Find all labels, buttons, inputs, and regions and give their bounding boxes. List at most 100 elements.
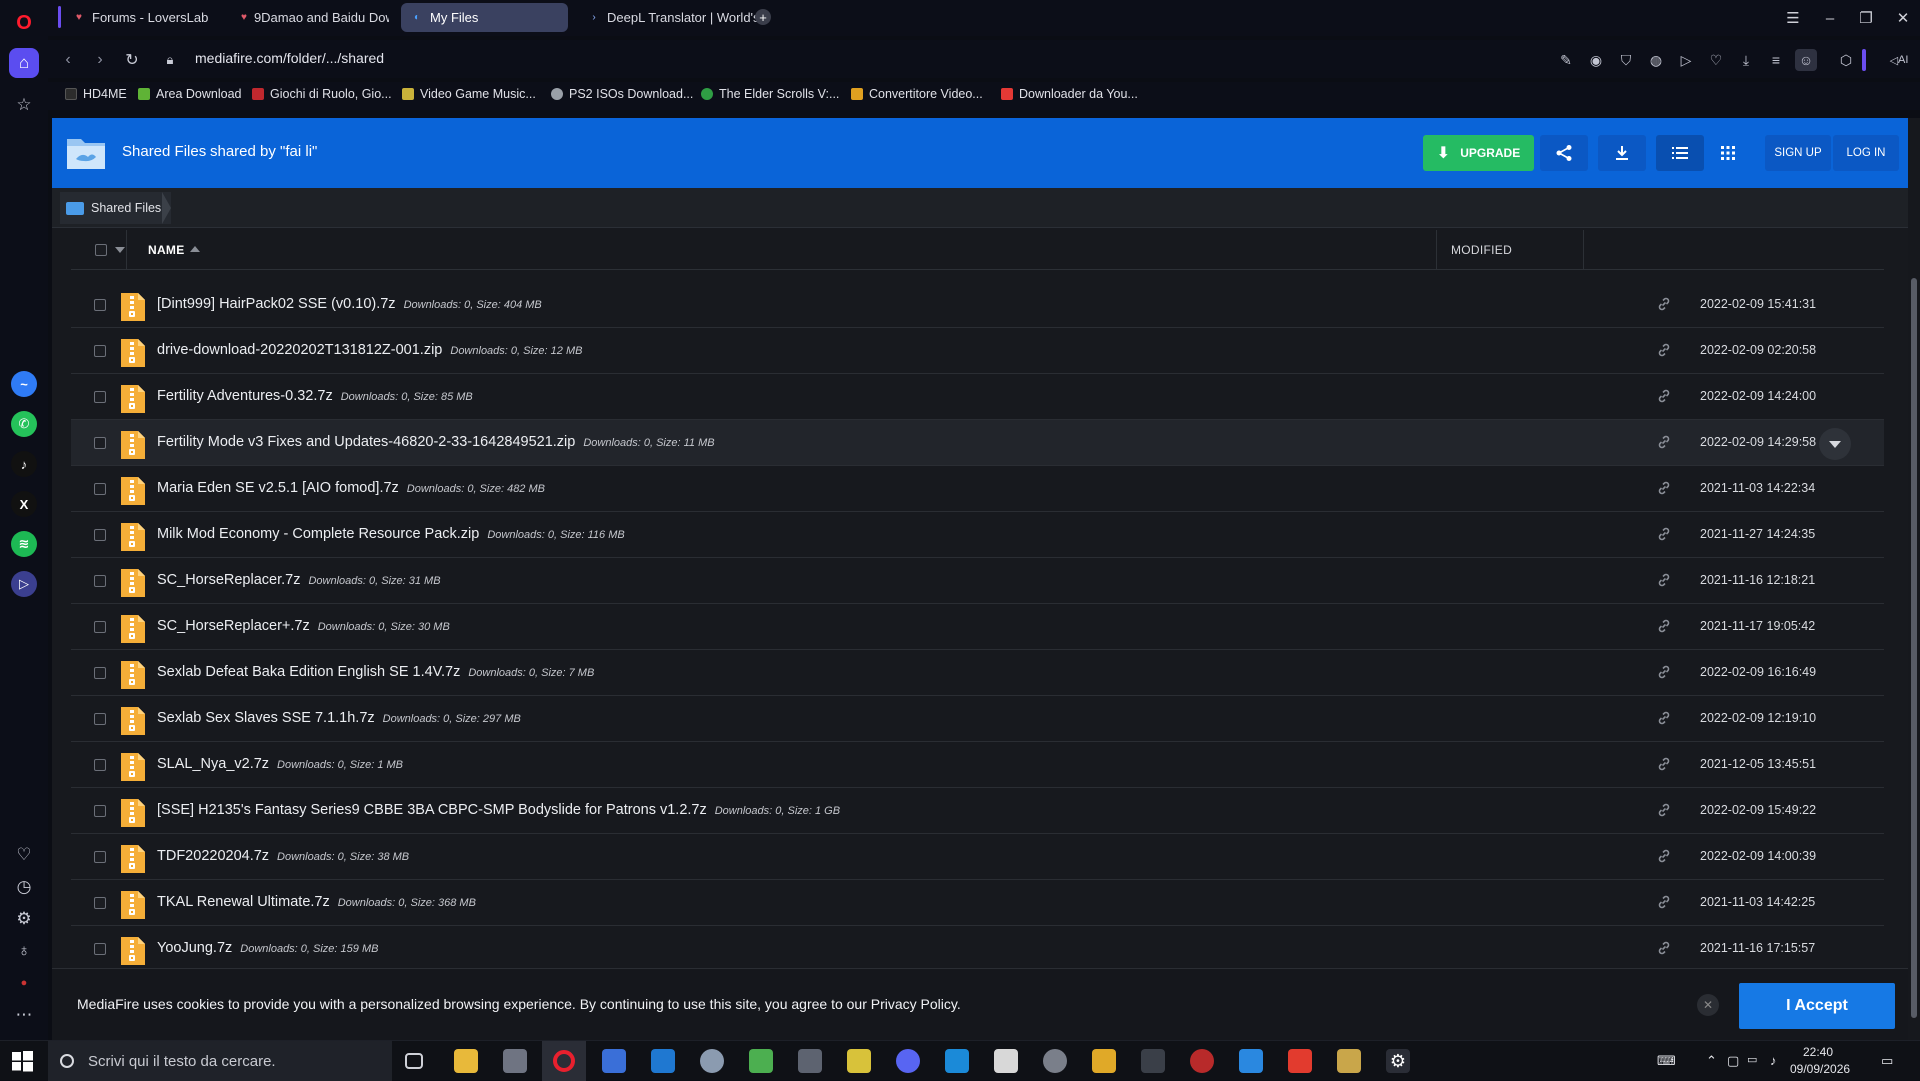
file-row[interactable]: Fertility Mode v3 Fixes and Updates-4682… [71,420,1884,466]
profile-icon[interactable]: ☺ [1795,49,1817,71]
file-row[interactable]: SC_HorseReplacer+.7z Downloads: 0, Size: … [71,604,1884,650]
app-icon-10[interactable] [1043,1049,1067,1073]
downloads-icon[interactable]: ⤓ [1735,49,1757,71]
file-checkbox[interactable] [94,345,106,357]
app-icon-13[interactable] [1190,1049,1214,1073]
file-name[interactable]: drive-download-20220202T131812Z-001.zip D… [157,342,582,358]
grid-view-button[interactable] [1704,135,1752,171]
history-icon[interactable]: ◷ [9,872,39,902]
restore-icon[interactable]: ❐ [1853,6,1879,30]
link-icon[interactable] [1656,848,1672,864]
link-icon[interactable] [1656,526,1672,542]
list-view-button[interactable] [1656,135,1704,171]
accept-cookies-button[interactable]: I Accept [1739,983,1895,1029]
app-icon-4[interactable] [700,1049,724,1073]
file-checkbox[interactable] [94,621,106,633]
file-name[interactable]: Sexlab Sex Slaves SSE 7.1.1h.7z Downloads… [157,710,521,726]
file-row[interactable]: Fertility Adventures-0.32.7z Downloads: 0… [71,374,1884,420]
bookmark-ps2-isos[interactable]: PS2 ISOs Download... [551,87,693,101]
link-icon[interactable] [1656,802,1672,818]
aria-ai-button[interactable]: ◁ AI [1884,49,1914,71]
file-name[interactable]: Fertility Mode v3 Fixes and Updates-4682… [157,434,715,450]
app-icon-6[interactable] [798,1049,822,1073]
file-checkbox[interactable] [94,437,106,449]
favorites-heart-icon[interactable]: ♡ [1705,49,1727,71]
page-scrollbar[interactable] [1908,118,1920,1040]
taskbar-search-input[interactable]: Scrivi qui il testo da cercare. [48,1041,392,1081]
bookmark-downloader-youtube[interactable]: Downloader da You... [1001,87,1138,101]
file-name[interactable]: SC_HorseReplacer+.7z Downloads: 0, Size: … [157,618,450,634]
upgrade-button[interactable]: ⬇ UPGRADE [1423,135,1534,171]
url-field[interactable]: mediafire.com/folder/.../shared [195,50,384,66]
file-row[interactable]: Sexlab Defeat Baka Edition English SE 1.… [71,650,1884,696]
vpn-icon[interactable]: ◍ [1645,49,1667,71]
file-name[interactable]: Sexlab Defeat Baka Edition English SE 1.… [157,664,594,680]
bookmark-video-game-music[interactable]: Video Game Music... [402,87,536,101]
file-checkbox[interactable] [94,667,106,679]
settings-gear-taskbar-icon[interactable]: ⚙ [1386,1049,1410,1073]
file-row[interactable]: SC_HorseReplacer.7z Downloads: 0, Size: 3… [71,558,1884,604]
link-icon[interactable] [1656,572,1672,588]
app-icon-11[interactable] [1092,1049,1116,1073]
app-icon-2[interactable] [602,1049,626,1073]
file-row[interactable]: SLAL_Nya_v2.7z Downloads: 0, Size: 1 MB 2… [71,742,1884,788]
file-row[interactable]: [Dint999] HairPack02 SSE (v0.10).7z Downl… [71,282,1884,328]
clock-date[interactable]: 09/09/2026 [1790,1062,1850,1076]
pinboard-icon[interactable]: ☆ [9,90,39,120]
link-icon[interactable] [1656,710,1672,726]
scrollbar-thumb[interactable] [1911,278,1917,1018]
link-icon[interactable] [1656,342,1672,358]
file-row[interactable]: TKAL Renewal Ultimate.7z Downloads: 0, Si… [71,880,1884,926]
notifications-icon[interactable]: ▭ [1881,1053,1893,1069]
download-button[interactable] [1598,135,1646,171]
file-checkbox[interactable] [94,943,106,955]
link-icon[interactable] [1656,388,1672,404]
select-all-checkbox[interactable] [95,244,107,256]
file-checkbox[interactable] [94,851,106,863]
link-icon[interactable] [1656,940,1672,956]
select-menu-chevron-icon[interactable] [115,247,125,253]
app-icon-16[interactable] [1337,1049,1361,1073]
file-name[interactable]: TKAL Renewal Ultimate.7z Downloads: 0, Si… [157,894,476,910]
player-toolbar-icon[interactable]: ▷ [1675,49,1697,71]
network-icon[interactable]: ▭ [1747,1053,1757,1066]
clock-time[interactable]: 22:40 [1790,1045,1846,1059]
messenger-icon[interactable]: ~ [11,371,37,397]
cookie-close-icon[interactable]: ✕ [1697,994,1719,1016]
minimize-icon[interactable]: – [1817,6,1843,30]
x-twitter-icon[interactable]: X [11,491,37,517]
file-explorer-icon[interactable] [454,1049,478,1073]
file-checkbox[interactable] [94,529,106,541]
column-modified-sort[interactable]: MODIFIED [1451,243,1512,257]
link-icon[interactable] [1656,664,1672,680]
file-row[interactable]: Milk Mod Economy - Complete Resource Pac… [71,512,1884,558]
file-checkbox[interactable] [94,759,106,771]
app-icon-5[interactable] [749,1049,773,1073]
file-checkbox[interactable] [94,483,106,495]
ublock-icon[interactable]: ● [9,968,39,998]
file-row[interactable]: Sexlab Sex Slaves SSE 7.1.1h.7z Downloads… [71,696,1884,742]
file-name[interactable]: [Dint999] HairPack02 SSE (v0.10).7z Downl… [157,296,542,312]
bookmark-area-download[interactable]: Area Download [138,87,241,101]
file-row[interactable]: [SSE] H2135's Fantasy Series9 CBBE 3BA C… [71,788,1884,834]
app-icon-7[interactable] [847,1049,871,1073]
tab-loverslab[interactable]: ♥ Forums - LoversLab [63,3,221,32]
app-icon-14[interactable] [1239,1049,1263,1073]
adblock-shield-icon[interactable]: ⛉ [1615,49,1637,71]
settings-icon[interactable]: ⚙ [9,904,39,934]
file-name[interactable]: SLAL_Nya_v2.7z Downloads: 0, Size: 1 MB [157,756,403,772]
tiktok-icon[interactable]: ♪ [11,451,37,477]
file-checkbox[interactable] [94,805,106,817]
link-icon[interactable] [1656,434,1672,450]
file-checkbox[interactable] [94,391,106,403]
reload-icon[interactable]: ↻ [120,48,144,72]
file-row[interactable]: Maria Eden SE v2.5.1 [AIO fomod].7z Downl… [71,466,1884,512]
edit-page-icon[interactable]: ✎ [1555,49,1577,71]
row-options-chevron-icon[interactable] [1819,428,1851,460]
new-tab-button[interactable]: + [755,9,771,25]
extensions-cube-icon[interactable]: ⬡ [1835,49,1857,71]
app-icon-1[interactable] [503,1049,527,1073]
file-name[interactable]: YooJung.7z Downloads: 0, Size: 159 MB [157,940,378,956]
app-icon-3[interactable] [651,1049,675,1073]
breadcrumb-shared-files[interactable]: Shared Files [60,192,172,224]
